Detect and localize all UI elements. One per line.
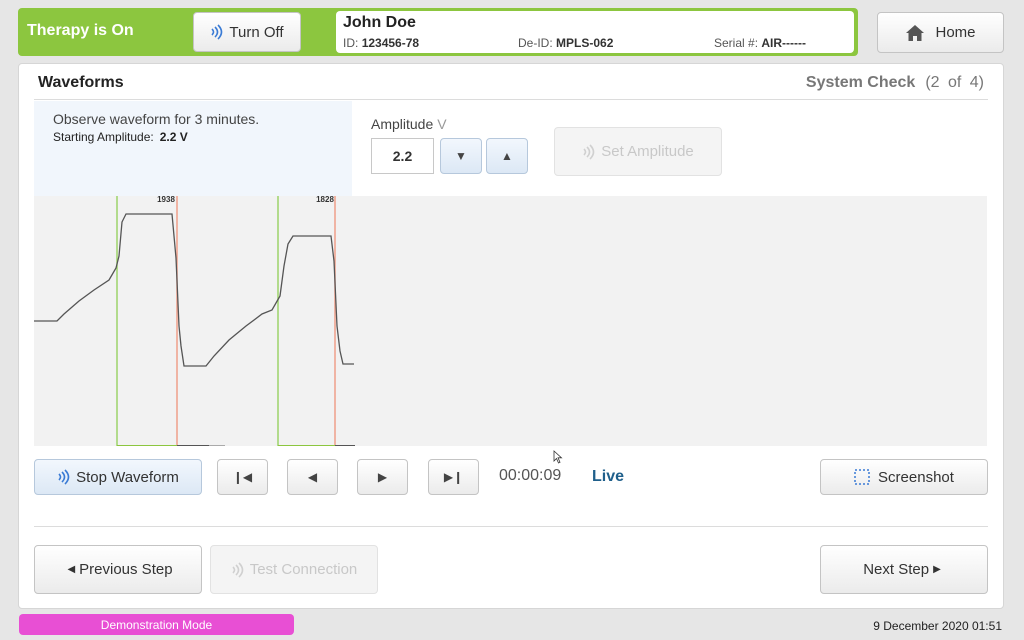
patient-name: John Doe [343, 14, 416, 31]
patient-id-label: ID: [343, 36, 359, 50]
observe-instruction: Observe waveform for 3 minutes. [53, 111, 260, 127]
title-divider [34, 99, 988, 100]
screenshot-button[interactable]: Screenshot [820, 459, 988, 495]
step-forward-button[interactable]: ▶ [357, 459, 408, 495]
step-forward-icon: ▶ [377, 470, 388, 484]
therapy-status-bar: Therapy is On Turn Off John Doe ID: 1234… [18, 8, 858, 56]
waveform-trace [34, 213, 354, 367]
step-count: (2 of 4) [925, 74, 984, 91]
marker-label: 1938 [157, 196, 175, 204]
cycle-progress-active [278, 445, 335, 446]
stop-waveform-button[interactable]: Stop Waveform [34, 459, 202, 495]
main-panel: Waveforms System Check (2 of 4) Observe w… [18, 63, 1004, 609]
demonstration-mode-badge: Demonstration Mode [19, 614, 294, 635]
elapsed-time: 00:00:09 [499, 467, 562, 484]
bottom-divider [34, 526, 988, 527]
previous-step-label: Previous Step [79, 561, 173, 578]
set-amplitude-label: Set Amplitude [601, 143, 694, 160]
patient-deid-label: De-ID: [518, 36, 553, 50]
set-amplitude-button[interactable]: Set Amplitude [554, 127, 722, 176]
mouse-cursor-icon [553, 450, 563, 464]
turn-off-label: Turn Off [229, 23, 284, 41]
patient-serial: Serial #: AIR------ [714, 36, 806, 50]
step-label: System Check [805, 74, 916, 91]
amplitude-decrease-button[interactable]: ▼ [440, 138, 482, 174]
test-connection-label: Test Connection [249, 561, 358, 578]
patient-serial-value: AIR------ [761, 36, 807, 50]
marker-label: 1828 [316, 196, 334, 204]
wireless-icon [232, 561, 243, 578]
cycle-progress-dark [335, 445, 355, 446]
wireless-icon [211, 24, 223, 40]
skip-to-end-button[interactable]: ▶❙ [428, 459, 479, 495]
therapy-status-label: Therapy is On [27, 22, 134, 39]
screenshot-label: Screenshot [878, 468, 954, 486]
step-back-icon: ◀ [307, 470, 318, 484]
wireless-icon [58, 469, 70, 485]
home-icon [906, 24, 925, 41]
screenshot-icon [854, 469, 870, 485]
home-label: Home [935, 24, 976, 41]
step-back-button[interactable]: ◀ [287, 459, 338, 495]
patient-deid: De-ID: MPLS-062 [518, 36, 613, 50]
skip-end-icon: ▶❙ [443, 470, 464, 484]
waveform-plot: 1938 1828 [34, 196, 355, 446]
starting-amplitude-value: 2.2 V [159, 130, 188, 144]
chevron-right-icon: ▶ [933, 564, 941, 575]
triangle-down-icon: ▼ [455, 149, 467, 163]
patient-id: ID: 123456-78 [343, 36, 419, 50]
triangle-up-icon: ▲ [501, 149, 513, 163]
test-connection-button[interactable]: Test Connection [210, 545, 378, 594]
instruction-box: Observe waveform for 3 minutes. Starting… [34, 101, 352, 197]
patient-deid-value: MPLS-062 [556, 36, 614, 50]
panel-title: Waveforms [38, 74, 124, 91]
starting-amplitude-label: Starting Amplitude: [53, 130, 154, 144]
amplitude-value-field[interactable]: 2.2 [371, 138, 434, 174]
amplitude-label-text: Amplitude [371, 116, 434, 132]
skip-start-icon: ❙◀ [232, 470, 253, 484]
next-step-button[interactable]: Next Step ▶ [820, 545, 988, 594]
live-indicator: Live [592, 468, 625, 485]
step-indicator: System Check (2 of 4) [806, 74, 984, 92]
amplitude-increase-button[interactable]: ▲ [486, 138, 528, 174]
chevron-left-icon: ◀ [67, 564, 76, 575]
wireless-icon [583, 143, 595, 160]
previous-step-button[interactable]: ◀ Previous Step [34, 545, 202, 594]
waveform-display: 1938 1828 [34, 196, 987, 446]
next-step-label: Next Step [863, 561, 930, 578]
starting-amplitude: Starting Amplitude: 2.2 V [53, 130, 188, 144]
cycle-progress-active [117, 445, 177, 446]
amplitude-label: Amplitude V [371, 116, 447, 132]
patient-serial-label: Serial #: [714, 36, 759, 50]
turn-off-button[interactable]: Turn Off [193, 12, 301, 52]
date-time: 9 December 2020 01:51 [873, 619, 1002, 633]
skip-to-start-button[interactable]: ❙◀ [217, 459, 268, 495]
patient-card: John Doe ID: 123456-78 De-ID: MPLS-062 S… [336, 11, 854, 53]
patient-id-value: 123456-78 [361, 36, 420, 50]
stop-waveform-label: Stop Waveform [76, 468, 179, 486]
cycle-progress-dark [177, 445, 209, 446]
amplitude-unit: V [437, 116, 447, 132]
cycle-progress-remaining [209, 445, 225, 446]
home-button[interactable]: Home [877, 12, 1004, 53]
